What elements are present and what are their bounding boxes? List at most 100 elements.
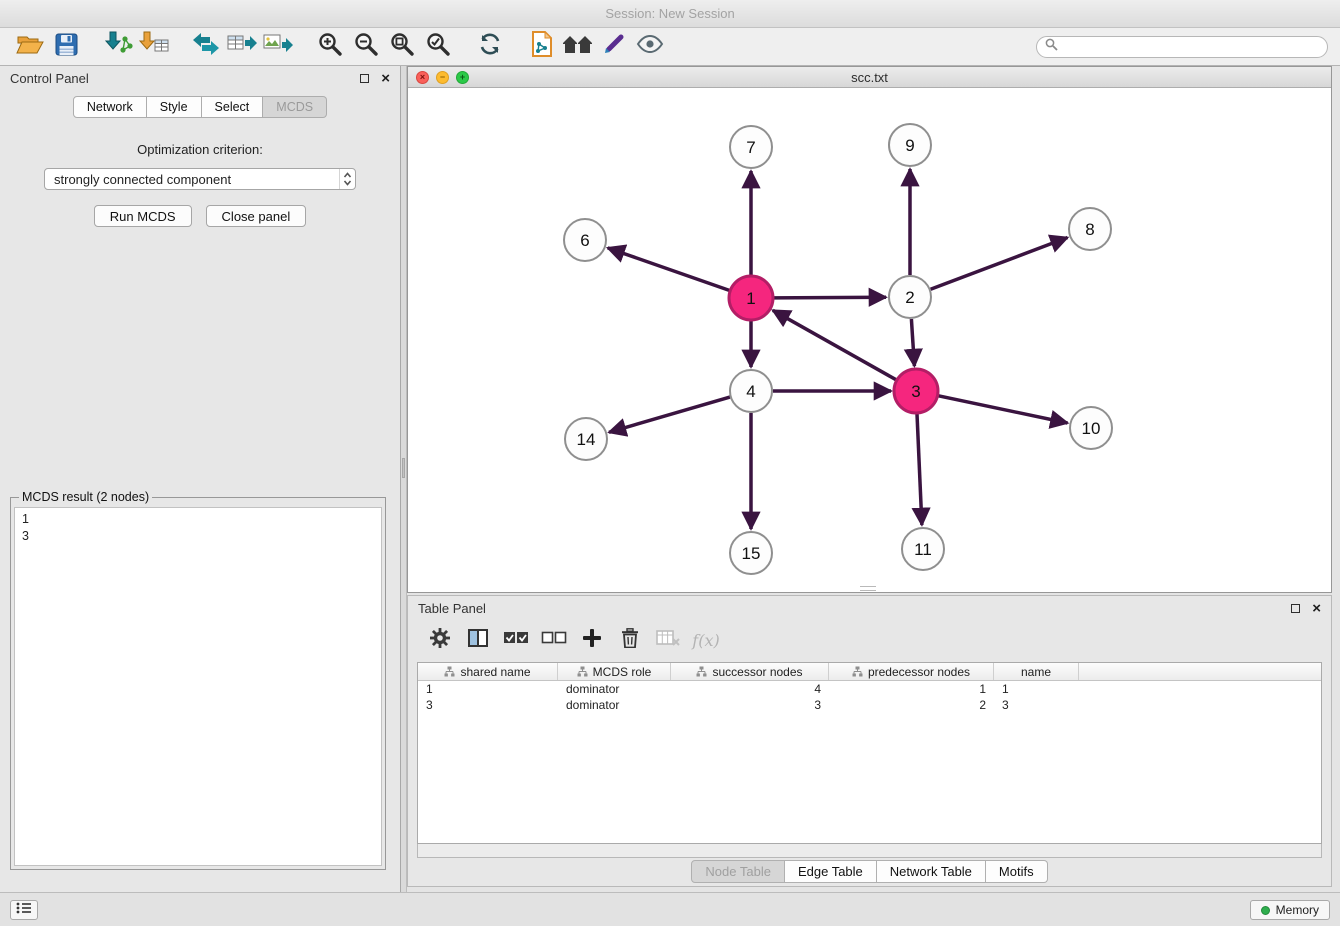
graph-edge-1-2[interactable] — [774, 297, 886, 298]
search-field[interactable] — [1036, 36, 1328, 58]
cell-name[interactable]: 3 — [994, 697, 1079, 713]
memory-button[interactable]: Memory — [1250, 900, 1330, 920]
cell-shared-name[interactable]: 1 — [418, 681, 558, 697]
graph-node-8[interactable]: 8 — [1069, 208, 1111, 250]
open-session-button[interactable] — [12, 31, 48, 63]
graph-node-10[interactable]: 10 — [1070, 407, 1112, 449]
graph-edge-4-14[interactable] — [609, 397, 730, 432]
graph-node-15[interactable]: 15 — [730, 532, 772, 574]
tab-node-table[interactable]: Node Table — [691, 860, 785, 883]
export-image-button[interactable] — [260, 31, 296, 63]
delete-row-button[interactable] — [614, 625, 646, 655]
zoom-in-button[interactable] — [312, 31, 348, 63]
tab-select[interactable]: Select — [202, 96, 264, 118]
cell-name[interactable]: 1 — [994, 681, 1079, 697]
graph-edge-2-8[interactable] — [931, 238, 1068, 290]
criterion-dropdown[interactable]: strongly connected component — [44, 168, 356, 190]
task-history-button[interactable] — [10, 900, 38, 920]
horizontal-splitter-handle[interactable] — [860, 586, 876, 591]
tab-network-table[interactable]: Network Table — [877, 860, 986, 883]
cell-successor-nodes[interactable]: 4 — [671, 681, 829, 697]
node-table[interactable]: shared name MCDS role successor nodes pr… — [417, 662, 1322, 844]
graph-node-14[interactable]: 14 — [565, 418, 607, 460]
column-header-shared-name[interactable]: shared name — [418, 663, 558, 680]
add-column-button[interactable] — [576, 625, 608, 655]
export-table-button[interactable] — [224, 31, 260, 63]
open-folder-icon — [16, 32, 44, 61]
minimize-window-icon[interactable]: − — [436, 71, 449, 84]
tab-network[interactable]: Network — [73, 96, 147, 118]
cell-mcds-role[interactable]: dominator — [558, 681, 671, 697]
first-neighbors-button[interactable] — [560, 31, 596, 63]
cell-successor-nodes[interactable]: 3 — [671, 697, 829, 713]
close-table-panel-icon[interactable]: × — [1312, 601, 1321, 616]
column-header-successor-nodes[interactable]: successor nodes — [671, 663, 829, 680]
float-table-panel-icon[interactable] — [1291, 604, 1300, 613]
save-session-button[interactable] — [48, 31, 84, 63]
cell-predecessor-nodes[interactable]: 1 — [829, 681, 994, 697]
column-header-name[interactable]: name — [994, 663, 1079, 680]
import-network-button[interactable] — [100, 31, 136, 63]
run-mcds-button[interactable]: Run MCDS — [94, 205, 192, 227]
network-window-titlebar[interactable]: × − + scc.txt — [408, 67, 1331, 88]
network-document-icon — [531, 31, 553, 62]
close-panel-icon[interactable]: × — [381, 71, 390, 86]
graph-edge-3-1[interactable] — [773, 310, 896, 379]
network-document-button[interactable] — [524, 31, 560, 63]
graph-node-9[interactable]: 9 — [889, 124, 931, 166]
zoom-out-button[interactable] — [348, 31, 384, 63]
zoom-fit-button[interactable] — [384, 31, 420, 63]
graph-node-4[interactable]: 4 — [730, 370, 772, 412]
refresh-button[interactable] — [472, 31, 508, 63]
window-titlebar[interactable]: Session: New Session — [0, 0, 1340, 28]
graph-node-6[interactable]: 6 — [564, 219, 606, 261]
network-canvas[interactable]: 1 2 3 4 6 7 8 9 10 11 14 15 — [408, 88, 1331, 592]
zoom-selected-button[interactable] — [420, 31, 456, 63]
import-table-button[interactable] — [136, 31, 172, 63]
column-header-mcds-role[interactable]: MCDS role — [558, 663, 671, 680]
graph-edge-3-10[interactable] — [939, 396, 1068, 423]
close-window-icon[interactable]: × — [416, 71, 429, 84]
style-brush-button[interactable] — [596, 31, 632, 63]
graph-node-3[interactable]: 3 — [894, 369, 938, 413]
graph-node-7[interactable]: 7 — [730, 126, 772, 168]
table-horizontal-scrollbar[interactable] — [417, 844, 1322, 858]
graph-node-label: 1 — [746, 289, 755, 308]
show-columns-button[interactable] — [462, 625, 494, 655]
select-all-button[interactable] — [500, 625, 532, 655]
list-icon — [16, 901, 32, 919]
graph-edge-2-3[interactable] — [911, 319, 914, 366]
graph-edge-3-11[interactable] — [917, 414, 922, 525]
graph-node-1[interactable]: 1 — [729, 276, 773, 320]
tab-mcds[interactable]: MCDS — [263, 96, 327, 118]
cell-shared-name[interactable]: 3 — [418, 697, 558, 713]
table-row[interactable]: 1 dominator 4 1 1 — [418, 681, 1321, 697]
cell-mcds-role[interactable]: dominator — [558, 697, 671, 713]
table-panel: Table Panel × f(x) shared name MCDS role… — [407, 595, 1332, 887]
tab-motifs[interactable]: Motifs — [986, 860, 1048, 883]
network-graph[interactable]: 1 2 3 4 6 7 8 9 10 11 14 15 — [408, 88, 1331, 592]
graph-edge-1-6[interactable] — [608, 248, 730, 291]
tab-edge-table[interactable]: Edge Table — [785, 860, 877, 883]
tab-style[interactable]: Style — [147, 96, 202, 118]
function-builder-button[interactable]: f(x) — [690, 625, 722, 655]
graph-node-2[interactable]: 2 — [889, 276, 931, 318]
search-input[interactable] — [1063, 40, 1319, 54]
show-hide-button[interactable] — [632, 31, 668, 63]
maximize-window-icon[interactable]: + — [456, 71, 469, 84]
deselect-all-button[interactable] — [538, 625, 570, 655]
table-row[interactable]: 3 dominator 3 2 3 — [418, 697, 1321, 713]
table-settings-button[interactable] — [424, 625, 456, 655]
fx-icon: f(x) — [692, 631, 719, 650]
cell-predecessor-nodes[interactable]: 2 — [829, 697, 994, 713]
application-window: Session: New Session — [0, 0, 1340, 926]
close-panel-button[interactable]: Close panel — [206, 205, 307, 227]
delete-column-button[interactable] — [652, 625, 684, 655]
graph-node-label: 14 — [577, 430, 596, 449]
graph-node-11[interactable]: 11 — [902, 528, 944, 570]
column-header-predecessor-nodes[interactable]: predecessor nodes — [829, 663, 994, 680]
export-network-button[interactable] — [188, 31, 224, 63]
splitter-handle[interactable] — [402, 458, 405, 478]
float-panel-icon[interactable] — [360, 74, 369, 83]
mcds-result-list[interactable]: 1 3 — [14, 507, 382, 866]
